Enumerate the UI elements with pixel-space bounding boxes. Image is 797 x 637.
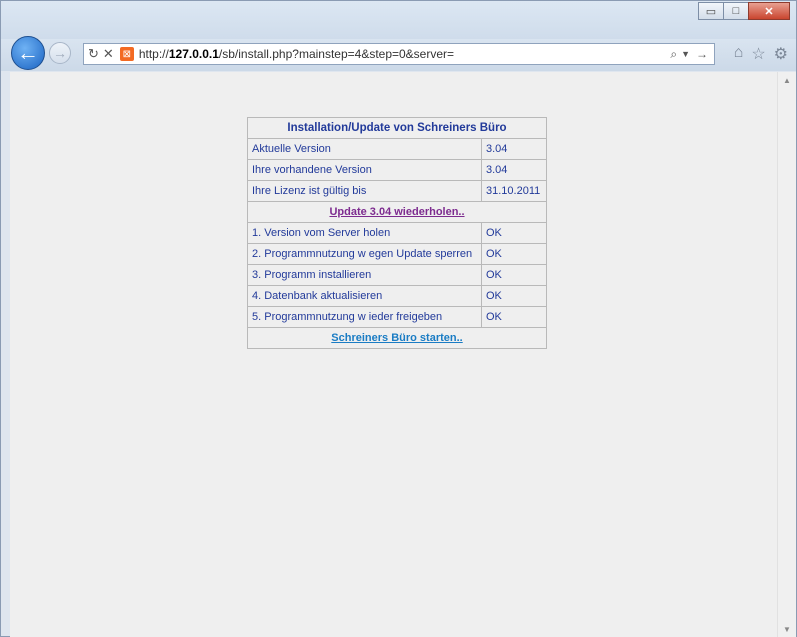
home-icon[interactable]: ⌂ (734, 44, 744, 64)
site-favicon: ⊠ (119, 47, 134, 61)
dropdown-chevron-icon[interactable]: ▼ (681, 49, 690, 59)
star-icon[interactable]: ☆ (751, 44, 765, 64)
start-link-cell: Schreiners Büro starten.. (247, 327, 547, 349)
step-label: 4. Datenbank aktualisieren (247, 285, 482, 307)
step-label: 2. Programmnutzung w egen Update sperren (247, 243, 482, 265)
start-app-link[interactable]: Schreiners Büro starten.. (331, 332, 462, 344)
step-status: OK (481, 306, 547, 328)
step-label: 1. Version vom Server holen (247, 222, 482, 244)
step-row: 1. Version vom Server holen OK (247, 222, 547, 244)
update-repeat-link[interactable]: Update 3.04 wiederholen.. (329, 206, 464, 218)
step-label: 3. Programm installieren (247, 264, 482, 286)
step-label: 5. Programmnutzung w ieder freigeben (247, 306, 482, 328)
install-title: Installation/Update von Schreiners Büro (247, 117, 547, 139)
step-row: 4. Datenbank aktualisieren OK (247, 285, 547, 307)
info-row: Ihre vorhandene Version 3.04 (247, 159, 547, 181)
gear-icon[interactable]: ⚙ (774, 44, 788, 64)
step-row: 3. Programm installieren OK (247, 264, 547, 286)
url-text[interactable]: http://127.0.0.1/sb/install.php?mainstep… (139, 47, 454, 61)
step-status: OK (481, 264, 547, 286)
address-bar-actions: ⌕ ▼ → (670, 47, 714, 62)
step-status: OK (481, 222, 547, 244)
page-content: Installation/Update von Schreiners Büro … (10, 72, 777, 637)
info-label: Aktuelle Version (247, 138, 482, 160)
info-row: Ihre Lizenz ist gültig bis 31.10.2011 (247, 180, 547, 202)
step-row: 5. Programmnutzung w ieder freigeben OK (247, 306, 547, 328)
url-path: /sb/install.php?mainstep=4&step=0&server… (218, 47, 455, 61)
title-bar: ▭ □ ✕ (1, 1, 796, 39)
address-bar[interactable]: ↻ ✕ ⊠ http://127.0.0.1/sb/install.php?ma… (83, 43, 715, 65)
info-row: Aktuelle Version 3.04 (247, 138, 547, 160)
scroll-down-arrow-icon[interactable]: ▼ (778, 621, 796, 637)
scroll-up-arrow-icon[interactable]: ▲ (778, 72, 796, 88)
info-label: Ihre Lizenz ist gültig bis (247, 180, 482, 202)
maximize-button[interactable]: □ (723, 2, 749, 20)
browser-tools: ⌂ ☆ ⚙ (726, 44, 788, 64)
minimize-button[interactable]: ▭ (698, 2, 724, 20)
install-table: Installation/Update von Schreiners Büro … (247, 117, 547, 349)
search-icon[interactable]: ⌕ (670, 47, 677, 62)
step-status: OK (481, 285, 547, 307)
back-arrow-icon[interactable]: ← (11, 36, 45, 70)
info-value: 3.04 (481, 159, 547, 181)
info-value: 3.04 (481, 138, 547, 160)
navigation-bar: ← → ↻ ✕ ⊠ http://127.0.0.1/sb/install.ph… (1, 36, 796, 71)
vertical-scrollbar[interactable]: ▲ ▼ (777, 72, 796, 637)
window-controls: ▭ □ ✕ (698, 2, 790, 20)
browser-window: ▭ □ ✕ ← → ↻ ✕ ⊠ http://127.0.0.1/sb/inst… (0, 0, 797, 637)
info-value: 31.10.2011 (481, 180, 547, 202)
step-status: OK (481, 243, 547, 265)
forward-arrow-icon[interactable]: → (49, 42, 71, 64)
stop-icon[interactable]: ✕ (103, 46, 114, 62)
url-host: 127.0.0.1 (168, 47, 219, 61)
step-row: 2. Programmnutzung w egen Update sperren… (247, 243, 547, 265)
update-link-cell: Update 3.04 wiederholen.. (247, 201, 547, 223)
url-prefix: http:// (138, 47, 169, 61)
close-button[interactable]: ✕ (748, 2, 790, 20)
refresh-icon[interactable]: ↻ (88, 46, 99, 62)
info-label: Ihre vorhandene Version (247, 159, 482, 181)
go-arrow-icon[interactable]: → (696, 47, 708, 61)
